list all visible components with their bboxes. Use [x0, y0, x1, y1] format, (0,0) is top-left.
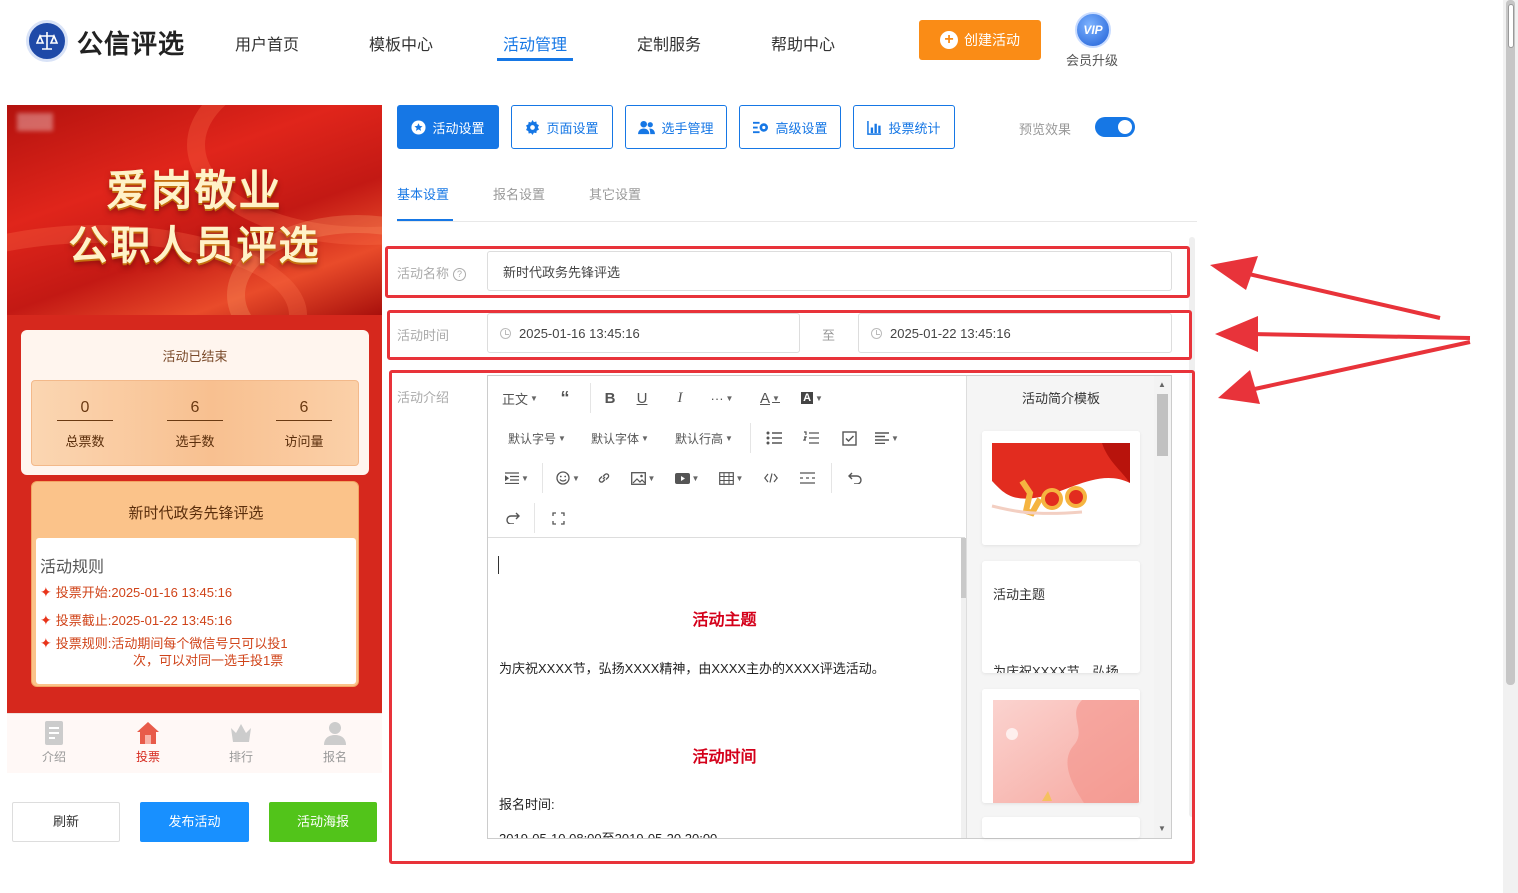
nav-activity-management[interactable]: 活动管理 [503, 31, 567, 55]
highlight-box-time [387, 310, 1192, 360]
top-header: 公信评选 用户首页 模板中心 活动管理 定制服务 帮助中心 + 创建活动 VIP… [0, 0, 1500, 80]
activity-banner: 爱岗敬业 公职人员评选 [7, 105, 382, 315]
nav-help-center[interactable]: 帮助中心 [771, 31, 835, 55]
rule-vote-end: ✦ 投票截止:2025-01-22 13:45:16 [40, 612, 233, 628]
nav-template-center[interactable]: 模板中心 [369, 31, 433, 55]
activity-settings-button[interactable]: 活动设置 [397, 105, 499, 149]
tab-vote[interactable]: 投票 [118, 720, 178, 765]
vip-icon[interactable]: VIP [1075, 12, 1111, 48]
refresh-button[interactable]: 刷新 [12, 802, 120, 842]
stat-visits-value: 6 [276, 399, 332, 421]
banner-title-line1: 爱岗敬业 [106, 167, 283, 214]
create-activity-label: 创建活动 [964, 32, 1020, 48]
subtab-divider [397, 221, 1197, 222]
users-icon [638, 120, 656, 134]
highlight-box-intro [389, 370, 1195, 864]
tab-intro[interactable]: 介绍 [24, 720, 84, 765]
subtab-active-underline [397, 219, 453, 221]
preview-activity-title: 新时代政务先锋评选 [128, 505, 264, 522]
stat-contestants-label: 选手数 [175, 434, 215, 449]
tab-signup[interactable]: 报名 [305, 720, 365, 765]
stats-box: 0 总票数 6 选手数 6 访问量 [31, 380, 359, 466]
preview-tabbar: 介绍 投票 排行 报名 [7, 713, 382, 773]
annotation-arrows [1210, 256, 1471, 404]
brand-logo-icon[interactable] [26, 20, 68, 62]
highlight-box-name [385, 246, 1190, 298]
stat-total-votes-label: 总票数 [65, 434, 105, 449]
rules-panel: 活动规则 ✦ 投票开始:2025-01-16 13:45:16 ✦ 投票截止:202… [36, 538, 356, 684]
advanced-settings-button[interactable]: 高级设置 [739, 105, 841, 149]
nav-user-home[interactable]: 用户首页 [235, 31, 299, 55]
nav-active-underline [497, 58, 573, 61]
stats-card: 活动已结束 0 总票数 6 选手数 6 访问量 [21, 330, 369, 475]
stat-contestants-value: 6 [167, 399, 223, 421]
plus-circle-icon: + [940, 31, 958, 49]
user-icon [324, 722, 346, 745]
mobile-preview: 爱岗敬业 公职人员评选 活动已结束 0 总票数 6 选手数 6 访问量 新时代政… [7, 105, 382, 773]
rule-vote-start: ✦ 投票开始:2025-01-16 13:45:16 [40, 584, 233, 600]
banner-title-line2: 公职人员评选 [68, 224, 321, 268]
star-circle-icon [411, 119, 427, 135]
vote-statistics-button[interactable]: 投票统计 [853, 105, 955, 149]
rules-title: 活动规则 [40, 559, 105, 576]
blurred-mark [17, 113, 53, 131]
rules-card: 新时代政务先锋评选 活动规则 ✦ 投票开始:2025-01-16 13:45:16… [31, 481, 359, 687]
preview-effect-label: 预览效果 [1019, 122, 1072, 137]
star-icon: ✦ [40, 584, 52, 600]
star-icon: ✦ [40, 612, 52, 628]
activity-status: 活动已结束 [162, 349, 228, 364]
crown-icon [231, 724, 251, 742]
tab-signup-settings[interactable]: 报名设置 [493, 184, 545, 203]
tab-ranking[interactable]: 排行 [211, 720, 271, 765]
page-scrollbar-handle[interactable] [1508, 4, 1514, 48]
create-activity-button[interactable]: + 创建活动 [919, 20, 1041, 60]
vip-upgrade-label[interactable]: 会员升级 [1066, 50, 1118, 69]
rule-vote-rule-cont: 次，可以对同一选手投1票 [133, 653, 284, 668]
tab-basic-settings[interactable]: 基本设置 [397, 184, 449, 203]
tab-other-settings[interactable]: 其它设置 [589, 184, 641, 203]
sliders-gear-icon [753, 121, 769, 133]
nav-custom-service[interactable]: 定制服务 [637, 31, 701, 55]
stat-visits-label: 访问量 [284, 434, 324, 449]
home-icon [137, 722, 159, 744]
rule-vote-rule: ✦ 投票规则:活动期间每个微信号只可以投1 [40, 635, 288, 651]
activity-poster-button[interactable]: 活动海报 [269, 802, 377, 842]
contestant-management-button[interactable]: 选手管理 [625, 105, 727, 149]
bar-chart-icon [867, 120, 882, 135]
stat-total-votes-value: 0 [57, 399, 113, 421]
publish-activity-button[interactable]: 发布活动 [140, 802, 249, 842]
brand-name[interactable]: 公信评选 [77, 24, 185, 61]
page-scrollbar-thumb[interactable] [1506, 0, 1515, 685]
page-settings-button[interactable]: 页面设置 [511, 105, 613, 149]
gear-icon [526, 119, 540, 135]
document-icon [45, 721, 63, 745]
preview-effect-toggle[interactable] [1095, 117, 1135, 137]
star-icon: ✦ [40, 635, 52, 651]
